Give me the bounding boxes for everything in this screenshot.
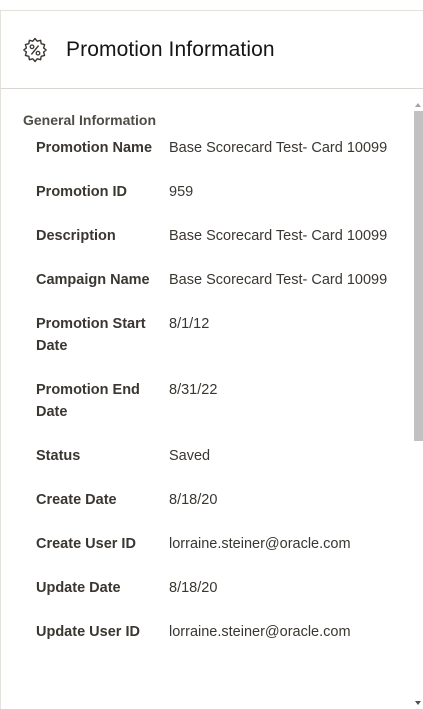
detail-value: Base Scorecard Test- Card 10099 xyxy=(169,140,388,156)
detail-row: Campaign Name Base Scorecard Test- Card 1… xyxy=(1,269,412,291)
panel-title: Promotion Information xyxy=(66,37,275,61)
detail-label: Update User ID xyxy=(36,624,140,640)
detail-label: Promotion ID xyxy=(36,184,128,200)
panel-content: General Information Promotion Name Base S… xyxy=(1,90,412,709)
detail-row: Update Date 8/18/20 xyxy=(1,577,412,599)
detail-value: 8/18/20 xyxy=(169,580,218,596)
scrollbar[interactable] xyxy=(412,99,423,709)
detail-value: 8/31/22 xyxy=(169,382,218,398)
detail-value: Base Scorecard Test- Card 10099 xyxy=(169,228,388,244)
detail-label: Campaign Name xyxy=(36,272,150,288)
detail-row: Create Date 8/18/20 xyxy=(1,489,412,511)
scrollbar-thumb[interactable] xyxy=(414,111,423,441)
detail-value: 8/1/12 xyxy=(169,316,210,332)
details-list: Promotion Name Base Scorecard Test- Card … xyxy=(1,137,412,643)
detail-label: Create Date xyxy=(36,492,117,508)
detail-row: Promotion Start Date 8/1/12 xyxy=(1,313,412,357)
detail-label: Create User ID xyxy=(36,536,136,552)
detail-row: Description Base Scorecard Test- Card 100… xyxy=(1,225,412,247)
detail-row: Promotion ID 959 xyxy=(1,181,412,203)
detail-label: Promotion Start Date xyxy=(36,316,146,354)
detail-label: Description xyxy=(36,228,116,244)
detail-row: Update User ID lorraine.steiner@oracle.co… xyxy=(1,621,412,643)
promotion-information-panel: Promotion Information General Informatio… xyxy=(0,10,423,709)
detail-value: 959 xyxy=(169,184,194,200)
scroll-up-arrow-icon[interactable] xyxy=(415,103,421,107)
detail-label: Update Date xyxy=(36,580,121,596)
detail-label: Promotion Name xyxy=(36,140,153,156)
detail-value: Base Scorecard Test- Card 10099 xyxy=(169,272,388,288)
detail-row: Promotion Name Base Scorecard Test- Card … xyxy=(1,137,412,159)
detail-row: Status Saved xyxy=(1,445,412,467)
panel-header: Promotion Information xyxy=(1,11,423,89)
percent-gear-icon xyxy=(21,36,49,64)
detail-value: lorraine.steiner@oracle.com xyxy=(169,624,351,640)
scroll-down-arrow-icon[interactable] xyxy=(415,701,421,705)
section-title: General Information xyxy=(23,112,157,128)
detail-label: Status xyxy=(36,448,81,464)
detail-row: Create User ID lorraine.steiner@oracle.co… xyxy=(1,533,412,555)
detail-value: lorraine.steiner@oracle.com xyxy=(169,536,351,552)
detail-row: Promotion End Date 8/31/22 xyxy=(1,379,412,423)
detail-value: 8/18/20 xyxy=(169,492,218,508)
detail-value: Saved xyxy=(169,448,211,464)
detail-label: Promotion End Date xyxy=(36,382,140,420)
